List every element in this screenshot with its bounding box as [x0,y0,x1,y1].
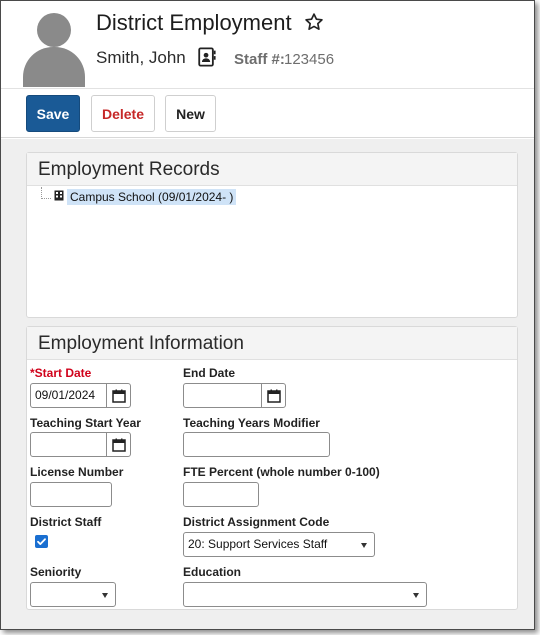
employment-information-title: Employment Information [27,327,517,360]
delete-button[interactable]: Delete [91,95,155,132]
education-label: Education [183,565,242,579]
district-assignment-code-label: District Assignment Code [183,515,330,529]
teaching-start-year-calendar-button[interactable] [106,433,130,456]
chevron-down-icon [361,543,367,548]
content-area: Employment Records Campus School (09/01/… [1,139,534,629]
start-date-field[interactable]: 09/01/2024 [30,383,131,408]
district-staff-checkbox[interactable] [35,535,48,548]
new-button[interactable]: New [165,95,216,132]
district-staff-label: District Staff [30,515,102,529]
start-date-calendar-button[interactable] [106,384,130,407]
district-assignment-code-select[interactable]: 20: Support Services Staff [183,532,375,557]
page-title: District Employment [96,10,292,35]
end-date-field[interactable] [183,383,286,408]
teaching-years-modifier-field[interactable] [183,432,330,457]
license-number-field[interactable] [30,482,112,507]
start-date-value: 09/01/2024 [35,388,96,402]
page-header: District Employment Smith, John Staff #:… [1,1,534,89]
seniority-select[interactable] [30,582,116,607]
teaching-start-year-field[interactable] [30,432,131,457]
staff-number-label: Staff #: [234,51,285,68]
start-date-label: *Start Date [30,366,92,380]
end-date-calendar-button[interactable] [261,384,285,407]
calendar-icon [111,438,126,452]
checkmark-icon [37,538,46,545]
teaching-start-year-label: Teaching Start Year [30,416,141,430]
action-toolbar: Save Delete New [1,90,534,138]
end-date-label: End Date [183,366,236,380]
building-icon [54,190,64,201]
employment-information-panel: Employment Information *Start Date 09/01… [26,326,518,610]
staff-number-value: 123456 [284,51,335,68]
save-button[interactable]: Save [26,95,80,132]
star-icon[interactable] [304,12,324,32]
calendar-icon [266,389,281,403]
education-select[interactable] [183,582,427,607]
chevron-down-icon [413,593,419,598]
fte-percent-field[interactable] [183,482,259,507]
district-assignment-code-value: 20: Support Services Staff [188,537,328,551]
teaching-years-modifier-label: Teaching Years Modifier [183,416,320,430]
seniority-label: Seniority [30,565,82,579]
tree-connector [41,198,51,199]
chevron-down-icon [102,593,108,598]
employment-record-item[interactable]: Campus School (09/01/2024- ) [67,189,237,205]
license-number-label: License Number [30,465,124,479]
app-window: District Employment Smith, John Staff #:… [0,0,535,630]
contact-card-icon[interactable] [197,47,216,67]
employment-records-panel: Employment Records Campus School (09/01/… [26,152,518,318]
avatar [23,13,85,87]
employment-records-title: Employment Records [27,153,517,186]
fte-percent-label: FTE Percent (whole number 0-100) [183,465,380,479]
calendar-icon [111,389,126,403]
person-name: Smith, John [96,48,186,67]
